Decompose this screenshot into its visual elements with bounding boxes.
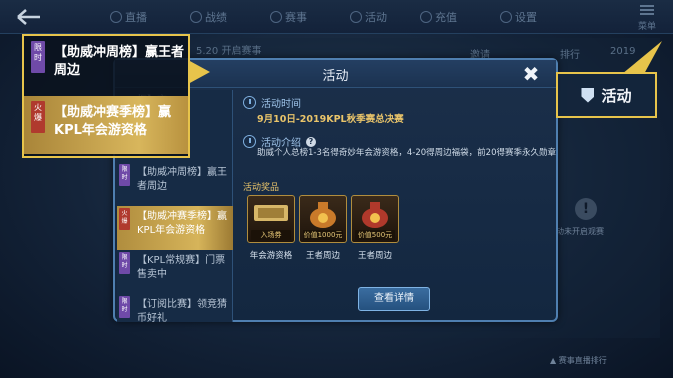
top-tab-recharge[interactable]: 充值 <box>420 9 457 25</box>
prize-caption: 年会游资格 <box>249 251 293 261</box>
event-time: 9月10日-2019KPL秋季赛总决赛 <box>257 114 404 125</box>
gear-icon <box>500 11 512 23</box>
limited-badge: 限时 <box>31 41 45 73</box>
highlight-callout-right[interactable]: 活动 <box>556 72 657 118</box>
hot-badge: 火爆 <box>119 208 130 230</box>
top-tab-settings[interactable]: 设置 <box>500 9 537 25</box>
lucky-bag-icon <box>362 202 388 228</box>
hot-badge: 火爆 <box>31 101 45 133</box>
limited-badge: 限时 <box>119 164 130 186</box>
bg-text: 排行 <box>560 50 580 61</box>
callout-item-weekly[interactable]: 限时 【助威冲周榜】赢王者周边 <box>24 36 188 94</box>
top-tab-match[interactable]: 赛事 <box>270 9 307 25</box>
record-icon <box>190 11 202 23</box>
top-tab-record[interactable]: 战绩 <box>190 9 227 25</box>
highlight-callout-left: 限时 【助威冲周榜】赢王者周边 火爆 【助威冲赛季榜】赢KPL年会游资格 <box>22 34 190 158</box>
event-shield-icon <box>581 87 595 103</box>
time-heading: 活动时间 <box>243 95 301 110</box>
lucky-bag-icon <box>310 202 336 228</box>
callout-label: 活动 <box>601 86 632 105</box>
top-tab-event[interactable]: 活动 <box>350 9 387 25</box>
ticket-icon <box>254 205 288 221</box>
callout-item-season[interactable]: 火爆 【助威冲赛季榜】赢KPL年会游资格 <box>24 96 188 154</box>
prize-tag: 价值500元 <box>355 230 395 240</box>
limited-badge: 限时 <box>119 296 130 318</box>
prize-caption: 王者周边 <box>305 251 340 261</box>
callout-pointer <box>188 60 210 84</box>
bg-footer-text: ▲ 赛事直播排行 <box>550 356 607 365</box>
prize-heading: 活动奖品 <box>243 183 280 193</box>
event-list-label: 【KPL常规赛】门票售卖中 <box>137 255 226 280</box>
warning-icon: ! <box>575 198 597 220</box>
prize-caption: 王者周边 <box>357 251 392 261</box>
back-arrow-icon[interactable] <box>14 7 44 27</box>
callout-pointer <box>622 41 662 74</box>
view-details-button[interactable]: 查看详情 <box>358 287 430 311</box>
close-button[interactable]: ✖ <box>518 62 544 86</box>
event-list-item-weekly[interactable]: 限时 【助威冲周榜】赢王者周边 <box>117 162 233 206</box>
event-list-item-subscribe[interactable]: 限时 【订阅比赛】领竞猜币好礼 <box>117 294 233 324</box>
prize-bag-1000[interactable]: 价值1000元 <box>299 195 347 243</box>
callout-label: 【助威冲赛季榜】赢KPL年会游资格 <box>54 105 172 138</box>
help-icon[interactable]: ? <box>306 136 316 147</box>
bg-text: 5.20 开启赛事 <box>196 46 262 57</box>
event-list-item-season[interactable]: 火爆 【助威冲赛季榜】赢KPL年会游资格 <box>117 206 233 250</box>
menu-button[interactable]: 菜单 <box>635 4 659 32</box>
prize-bag-500[interactable]: 价值500元 <box>351 195 399 243</box>
prize-tag: 价值1000元 <box>303 230 343 240</box>
top-tab-live[interactable]: 直播 <box>110 9 147 25</box>
clock-icon <box>243 96 256 109</box>
prize-tag: 入场券 <box>251 230 291 240</box>
menu-icon <box>640 5 654 15</box>
callout-label: 【助威冲周榜】赢王者周边 <box>54 45 185 78</box>
prize-ticket[interactable]: 入场券 <box>247 195 295 243</box>
game-lobby-screen: 直播 战绩 赛事 活动 充值 设置 菜单 5.20 开启赛事 邀请 排行 201… <box>0 0 673 378</box>
event-list-label: 【助威冲赛季榜】赢KPL年会游资格 <box>137 211 227 236</box>
live-icon <box>110 11 122 23</box>
intro-text: 助威个人总榜1-3名得奇妙年会游资格，4-20得周边福袋，前20得赛季永久勋章 <box>257 148 556 158</box>
limited-badge: 限时 <box>119 252 130 274</box>
event-list-label: 【助威冲周榜】赢王者周边 <box>137 167 227 192</box>
top-bar: 直播 战绩 赛事 活动 充值 设置 菜单 <box>0 0 673 34</box>
info-icon <box>243 135 256 148</box>
match-icon <box>270 11 282 23</box>
event-icon <box>350 11 362 23</box>
diamond-icon <box>420 11 432 23</box>
event-list-label: 【订阅比赛】领竞猜币好礼 <box>137 299 227 324</box>
intro-heading: 活动介绍 ? <box>243 134 316 149</box>
event-list-item-tickets[interactable]: 限时 【KPL常规赛】门票售卖中 <box>117 250 233 294</box>
